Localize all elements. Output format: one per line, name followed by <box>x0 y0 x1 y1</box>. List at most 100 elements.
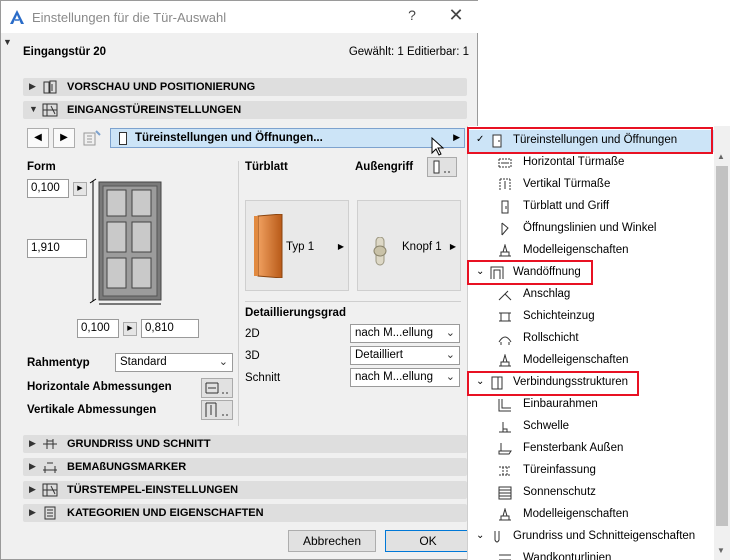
link-toggle-button[interactable]: ▶ <box>123 322 137 336</box>
detail-section-label: Schnitt <box>245 372 281 384</box>
menu-scrollbar[interactable]: ▲ ▼ <box>714 126 730 560</box>
top-offset-field[interactable]: 0,100 <box>27 179 69 198</box>
scroll-up-icon[interactable]: ▲ <box>717 152 725 161</box>
previous-page-button[interactable]: ◀ <box>27 128 49 148</box>
menu-item-label: Öffnungslinien und Winkel <box>523 222 657 234</box>
menu-item-door-trim[interactable]: Türeinfassung <box>467 460 714 482</box>
menu-item-label: Einbaurahmen <box>523 398 598 410</box>
horizontal-dim-icon <box>497 156 513 170</box>
highlight-box <box>467 260 593 285</box>
leaf-title: Türblatt <box>245 161 288 173</box>
scroll-down-icon[interactable]: ▼ <box>717 546 725 555</box>
menu-item-label: Modelleigenschaften <box>523 354 629 366</box>
layer-inset-icon <box>497 310 513 324</box>
menu-item-wall-contour[interactable]: Wandkonturlinien <box>467 548 714 560</box>
page-selector[interactable]: Türeinstellungen und Öffnungen... ▶ <box>110 128 465 148</box>
model-attributes-icon <box>497 508 513 522</box>
handle-type-label: Knopf 1 <box>402 241 442 253</box>
detail-section-select[interactable]: nach M...ellung ⌄ <box>350 368 460 387</box>
menu-item-vertical-dims[interactable]: Vertikal Türmaße <box>467 174 714 196</box>
menu-item-horizontal-dims[interactable]: Horizontal Türmaße <box>467 152 714 174</box>
frame-type-value: Standard <box>120 356 167 368</box>
next-page-button[interactable]: ▶ <box>53 128 75 148</box>
column-divider <box>238 161 239 426</box>
chevron-down-icon: ⌄ <box>445 327 455 339</box>
divider <box>245 301 461 302</box>
handle-type-tile[interactable]: Knopf 1 ▶ <box>357 200 461 291</box>
section-label: KATEGORIEN UND EIGENSCHAFTEN <box>67 507 264 519</box>
chevron-down-icon: ⌄ <box>445 349 455 361</box>
collapse-arrow-icon: ▼ <box>29 104 38 114</box>
section-categories-properties[interactable]: ▶ KATEGORIEN UND EIGENSCHAFTEN <box>23 504 467 522</box>
detail-2d-label: 2D <box>245 328 260 340</box>
threshold-icon <box>497 420 513 434</box>
soldier-course-icon <box>497 332 513 346</box>
window-title: Einstellungen für die Tür-Auswahl <box>32 10 227 25</box>
menu-item-label: Fensterbank Außen <box>523 442 624 454</box>
link-toggle-button[interactable]: ▶ <box>73 182 87 196</box>
menu-item-label: Modelleigenschaften <box>523 244 629 256</box>
detail-3d-value: Detailliert <box>355 349 403 361</box>
menu-item-label: Schichteinzug <box>523 310 595 322</box>
frame-type-label: Rahmentyp <box>27 357 90 369</box>
menu-item-label: Vertikal Türmaße <box>523 178 611 190</box>
section-preview-positioning[interactable]: ▶ VORSCHAU UND POSITIONIERUNG <box>23 78 467 96</box>
menu-item-threshold[interactable]: Schwelle <box>467 416 714 438</box>
menu-item-soldier-course[interactable]: Rollschicht <box>467 328 714 350</box>
tile-arrow-icon: ▶ <box>449 242 456 251</box>
horizontal-dimensions-button[interactable] <box>201 378 233 398</box>
casing-frame-icon <box>497 398 513 412</box>
submenu-arrow-icon: ▶ <box>453 132 460 142</box>
section-floorplan-section[interactable]: ▶ GRUNDRISS UND SCHNITT <box>23 435 467 453</box>
floorplan-icon <box>42 437 58 451</box>
door-knob-image <box>372 237 388 267</box>
section-dimension-marker[interactable]: ▶ BEMAßUNGSMARKER <box>23 458 467 476</box>
menu-group-plan-section[interactable]: ⌄ Grundriss und Schnitteigenschaften <box>467 526 714 548</box>
menu-item-sill[interactable]: Fensterbank Außen <box>467 438 714 460</box>
vertical-dimensions-button[interactable] <box>201 400 233 420</box>
frame-type-select[interactable]: Standard ⌄ <box>115 353 233 372</box>
bottom-offset-field[interactable]: 0,100 <box>77 319 119 338</box>
menu-item-model-attributes[interactable]: Modelleigenschaften <box>467 240 714 262</box>
ok-button[interactable]: OK <box>385 530 471 552</box>
leaf-type-tile[interactable]: Typ 1 ▶ <box>245 200 349 291</box>
expand-arrow-icon: ▶ <box>29 507 36 517</box>
width-field[interactable]: 0,810 <box>141 319 199 338</box>
height-field[interactable]: 1,910 <box>27 239 87 258</box>
menu-item-sunshade[interactable]: Sonnenschutz <box>467 482 714 504</box>
section-door-settings[interactable]: ▼ EINGANGSTÜREINSTELLUNGEN <box>23 101 467 119</box>
menu-item-reveal[interactable]: Anschlag <box>467 284 714 306</box>
opening-lines-icon <box>497 222 513 236</box>
door-settings-icon <box>42 103 58 117</box>
expand-arrow-icon: ▶ <box>29 438 36 448</box>
mouse-cursor-icon <box>431 137 445 157</box>
menu-item-layer-inset[interactable]: Schichteinzug <box>467 306 714 328</box>
section-door-marker[interactable]: ▶ TÜRSTEMPEL-EINSTELLUNGEN <box>23 481 467 499</box>
menu-item-label: Türblatt und Griff <box>523 200 610 212</box>
menu-item-label: Modelleigenschaften <box>523 508 629 520</box>
preview-icon <box>42 80 58 94</box>
menu-item-opening-lines[interactable]: Öffnungslinien und Winkel <box>467 218 714 240</box>
menu-item-model-attributes[interactable]: Modelleigenschaften <box>467 504 714 526</box>
archicad-logo-icon <box>9 9 25 25</box>
detail-3d-select[interactable]: Detailliert ⌄ <box>350 346 460 365</box>
horizontal-dimensions-label: Horizontale Abmessungen <box>27 381 172 393</box>
menu-item-casing-frame[interactable]: Einbaurahmen <box>467 394 714 416</box>
scroll-thumb[interactable] <box>716 166 728 526</box>
door-trim-icon <box>497 464 513 478</box>
dock-arrow-icon[interactable]: ▼ <box>3 37 12 47</box>
menu-item-label: Horizontal Türmaße <box>523 156 625 168</box>
element-name: Eingangstür 20 <box>23 46 107 58</box>
door-page-icon <box>119 132 127 145</box>
close-button[interactable]: ✕ <box>441 5 471 27</box>
menu-item-model-attributes[interactable]: Modelleigenschaften <box>467 350 714 372</box>
handle-options-button[interactable] <box>427 157 457 177</box>
detail-2d-select[interactable]: nach M...ellung ⌄ <box>350 324 460 343</box>
section-label: EINGANGSTÜREINSTELLUNGEN <box>67 104 242 116</box>
vertical-dimensions-label: Vertikale Abmessungen <box>27 404 157 416</box>
detail-3d-label: 3D <box>245 350 260 362</box>
menu-item-leaf-handle[interactable]: Türblatt und Griff <box>467 196 714 218</box>
help-button[interactable]: ? <box>397 7 427 27</box>
cancel-button[interactable]: Abbrechen <box>288 530 376 552</box>
favorites-icon[interactable] <box>82 130 102 147</box>
